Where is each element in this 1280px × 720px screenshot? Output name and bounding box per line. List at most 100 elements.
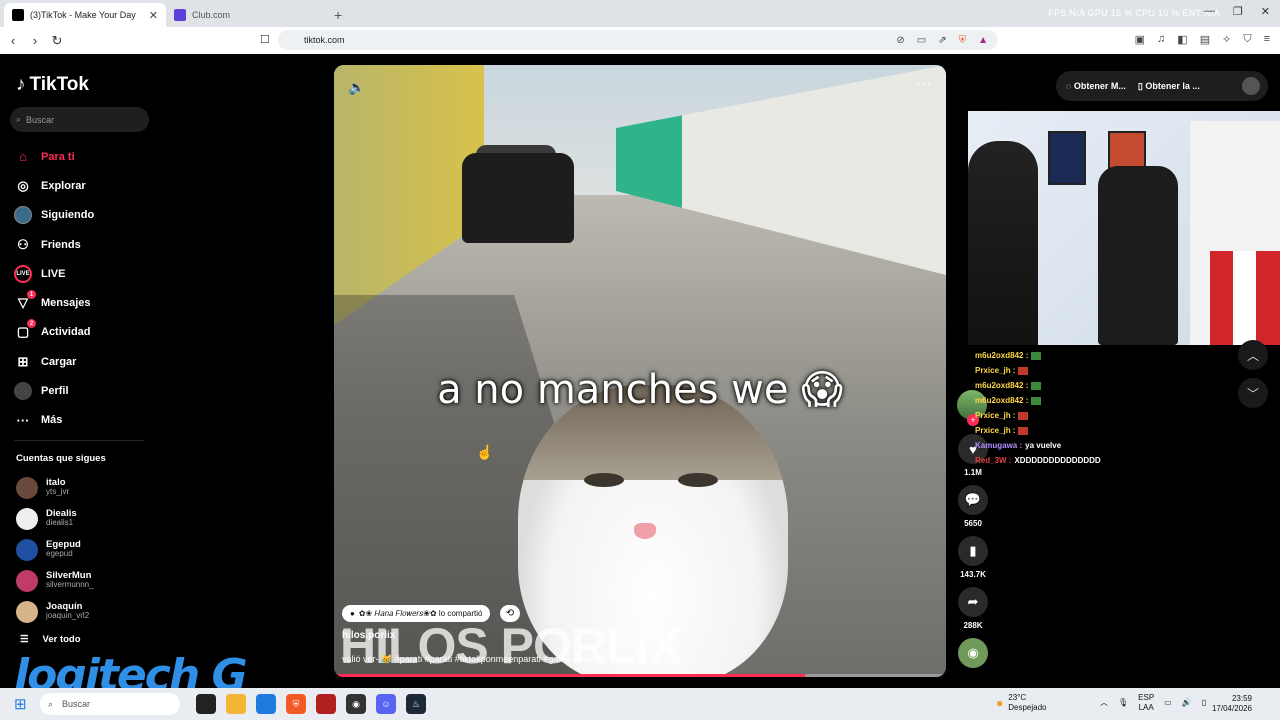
nav-item-explorar[interactable]: ◎ Explorar	[14, 171, 154, 200]
cast-icon[interactable]: ▭	[917, 35, 926, 46]
steam-icon[interactable]: ♨	[406, 694, 426, 714]
file-explorer-icon[interactable]	[226, 694, 246, 714]
nav-item-mas[interactable]: ··· Más	[14, 406, 154, 435]
divider	[14, 440, 144, 441]
chat-user: Prxice_jh :	[975, 366, 1016, 375]
menu-icon[interactable]: ≡	[1264, 33, 1270, 46]
weather-widget[interactable]: ● 23°C Despejado	[996, 693, 1047, 713]
media-icon[interactable]: ♫	[1157, 33, 1165, 46]
translate-icon[interactable]: ⊘	[896, 35, 904, 46]
leo-icon[interactable]: ✧	[1222, 33, 1231, 46]
previous-video-button[interactable]: ︿	[1238, 340, 1268, 370]
windows-start-icon[interactable]: ⊞	[14, 695, 27, 713]
sidebar: ♪ TikTok ⌕ Buscar ⌂ Para ti ◎ Explorar Sig…	[0, 54, 160, 688]
address-text: tiktok.com	[304, 35, 345, 45]
nav-item-para-ti[interactable]: ⌂ Para ti	[14, 142, 154, 171]
minimize-icon[interactable]: —	[1204, 5, 1215, 18]
nav-item-perfil[interactable]: Perfil	[14, 376, 154, 405]
chat-user: Red_3W :	[975, 456, 1012, 465]
nav-item-friends[interactable]: ⚇ Friends	[14, 230, 154, 259]
tiktok-logo[interactable]: ♪ TikTok	[16, 74, 89, 96]
next-video-button[interactable]: ﹀	[1238, 378, 1268, 408]
following-item[interactable]: Joaquín joaquin_vrl2	[16, 596, 156, 627]
share-page-icon[interactable]: ⇗	[938, 35, 946, 46]
wallet-icon[interactable]: ▤	[1200, 33, 1210, 46]
volume-icon[interactable]: 🔊	[1182, 698, 1192, 707]
tab-tiktok[interactable]: (3)TikTok - Make Your Day ✕	[4, 3, 166, 27]
chat-line: Prxice_jh :	[975, 363, 1195, 378]
microphone-icon[interactable]: 🎙	[1118, 698, 1128, 707]
network-icon[interactable]: ▭	[1164, 698, 1172, 707]
emote-icon	[1018, 366, 1029, 375]
nav-item-cargar[interactable]: ⊞ Cargar	[14, 347, 154, 376]
sidebar-icon[interactable]: ◧	[1177, 33, 1187, 46]
following-item[interactable]: Egepud egepud	[16, 534, 156, 565]
battery-icon[interactable]: ▯	[1202, 698, 1206, 707]
brave-shield-icon[interactable]: ⛨	[959, 35, 967, 46]
share-action[interactable]: ➦ 288K	[957, 587, 989, 630]
following-username: silvermunnn_	[46, 580, 94, 590]
clock[interactable]: 23:59 17/04/2026	[1212, 694, 1252, 715]
nav-item-mensajes[interactable]: ▽ 1 Mensajes	[14, 288, 154, 317]
address-bar[interactable]: tiktok.com ⊘ ▭ ⇗ ⛨ ▲	[278, 30, 998, 50]
task-view-icon[interactable]	[196, 694, 216, 714]
more-options-icon[interactable]: ···	[916, 75, 932, 93]
upload-icon: ⊞	[17, 353, 29, 369]
new-tab-button[interactable]: +	[334, 3, 342, 27]
bookmark-page-icon[interactable]: ☐	[260, 33, 270, 46]
user-avatar[interactable]	[1242, 77, 1260, 95]
app-icon[interactable]	[316, 694, 336, 714]
back-icon[interactable]: ‹	[2, 33, 24, 48]
taskbar-search[interactable]: ⌕ Buscar	[40, 693, 180, 715]
chevron-up-icon[interactable]: ︿	[1100, 697, 1108, 708]
close-tab-icon[interactable]: ✕	[149, 9, 158, 22]
messages-badge: 1	[27, 290, 36, 300]
following-item[interactable]: italo yts_jvr	[16, 472, 156, 503]
omnibox-icons: ⊘ ▭ ⇗ ⛨ ▲	[896, 30, 988, 50]
cat-eye-right	[678, 473, 718, 487]
system-tray: ︿ 🎙 ESP LAA ▭ 🔊 ▯	[1100, 693, 1206, 712]
messages-icon: ▽ 1	[14, 290, 36, 312]
chat-line: m6u2oxd842 :	[975, 348, 1195, 363]
volume-icon[interactable]: 🔈	[348, 79, 365, 96]
nav-item-live[interactable]: LIVE LIVE	[14, 259, 154, 288]
get-coins-button[interactable]: ◌ Obtener M...	[1066, 81, 1126, 91]
brave-rewards-icon[interactable]: ▲	[978, 35, 988, 46]
tab-search-icon[interactable]: ▣	[1135, 33, 1145, 46]
following-avatar-icon	[14, 206, 32, 225]
share-count: 288K	[963, 621, 983, 630]
taskbar-search-label: Buscar	[62, 699, 91, 709]
close-window-icon[interactable]: ✕	[1261, 5, 1270, 18]
restore-icon[interactable]: ❐	[1233, 5, 1243, 18]
nav-item-siguiendo[interactable]: Siguiendo	[14, 201, 154, 230]
obs-icon[interactable]: ◉	[346, 694, 366, 714]
store-icon[interactable]	[256, 694, 276, 714]
avatar	[16, 507, 38, 530]
mouse-cursor-icon: ☝	[476, 444, 494, 460]
search-icon: ⌕	[48, 698, 54, 709]
get-app-button[interactable]: ▯ Obtener la ...	[1138, 81, 1200, 92]
search-input[interactable]: ⌕ Buscar	[10, 107, 149, 132]
nav-label: Actividad	[41, 326, 91, 339]
brave-browser-icon[interactable]: ⛨	[286, 694, 306, 714]
see-all-button[interactable]: ☰ Ver todo	[20, 634, 81, 645]
video-player[interactable]: a no manches we 😱 🔈 ··· ● ✿❀ 𝐻𝑎𝑛𝑎 𝐹𝑙𝑜𝑤𝑒𝑟…	[334, 65, 946, 677]
vpn-icon[interactable]: ⛉	[1243, 33, 1251, 46]
nav-item-actividad[interactable]: ▢ 2 Actividad	[14, 318, 154, 347]
video-progress[interactable]	[334, 674, 946, 677]
following-item[interactable]: Diealis diealis1	[16, 503, 156, 534]
sound-disc[interactable]: ◉	[957, 638, 989, 668]
comment-action[interactable]: 💬 5650	[957, 485, 989, 528]
video-author[interactable]: hilos.porlix	[342, 630, 395, 641]
save-action[interactable]: ▮ 143.7K	[957, 536, 989, 579]
forward-icon[interactable]: ›	[24, 33, 46, 48]
following-item[interactable]: SilverMun silvermunnn_	[16, 565, 156, 596]
chat-user: Kamugawa :	[975, 441, 1023, 450]
language-indicator[interactable]: ESP LAA	[1138, 693, 1154, 712]
tab-club[interactable]: Club.com	[166, 3, 326, 27]
discord-icon[interactable]: ☺	[376, 694, 396, 714]
reload-icon[interactable]: ↻	[46, 33, 68, 49]
chat-line: Prxice_jh :	[975, 423, 1195, 438]
music-disc-icon: ◉	[958, 638, 988, 668]
video-description: valió ver- 😹 #parati #parati #tiktokponm…	[342, 654, 604, 664]
